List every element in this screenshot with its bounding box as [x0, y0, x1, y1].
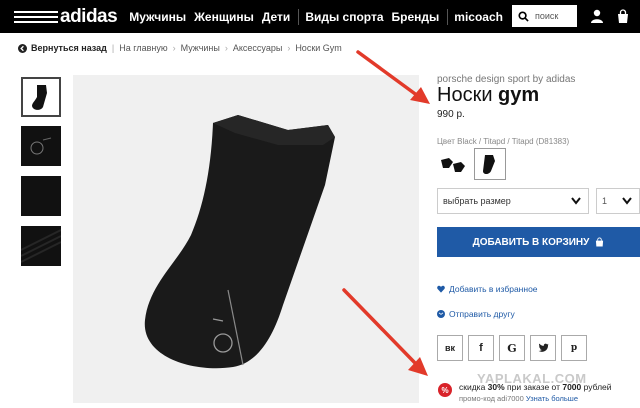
breadcrumb-home[interactable]: На главную	[119, 43, 167, 53]
quantity-select[interactable]: 1	[596, 188, 640, 214]
mail-icon	[437, 310, 445, 318]
search-icon	[518, 10, 529, 22]
breadcrumb-separator: ›	[287, 43, 291, 53]
size-select-value: выбрать размер	[443, 196, 511, 206]
nav-item-women[interactable]: Женщины	[194, 10, 254, 24]
nav-item-men[interactable]: Мужчины	[129, 10, 186, 24]
share-facebook-button[interactable]: f	[468, 335, 494, 361]
promo-code-line: промо-код adi7000 Узнать больше	[459, 394, 578, 403]
discount-badge-icon: %	[438, 383, 452, 397]
share-twitter-button[interactable]	[530, 335, 556, 361]
nav-divider	[447, 8, 449, 25]
product-price: 990 р.	[437, 109, 465, 120]
add-to-cart-button[interactable]: ДОБАВИТЬ В КОРЗИНУ	[437, 227, 640, 257]
product-title-prefix: Носки	[437, 84, 499, 106]
back-arrow-icon[interactable]	[18, 43, 27, 53]
breadcrumb-separator: ›	[172, 43, 176, 53]
nav-item-micoach[interactable]: micoach	[454, 10, 503, 24]
breadcrumb-separator: ›	[224, 43, 228, 53]
promo-learn-more-link[interactable]: Узнать больше	[526, 394, 578, 403]
nav-item-brands[interactable]: Бренды	[392, 10, 440, 24]
shopping-bag-icon	[596, 237, 604, 247]
main-product-image[interactable]	[73, 75, 419, 403]
promo-text-e: рублей	[581, 382, 612, 392]
facebook-icon: f	[479, 342, 483, 354]
add-to-wishlist-link[interactable]: Добавить в избранное	[437, 284, 538, 294]
sock-swatch-image	[483, 155, 495, 174]
share-google-button[interactable]: G	[499, 335, 525, 361]
color-swatch-1[interactable]	[437, 148, 469, 180]
thumbnail-2[interactable]	[21, 126, 61, 166]
add-to-cart-label: ДОБАВИТЬ В КОРЗИНУ	[472, 236, 590, 248]
send-friend-label: Отправить другу	[449, 309, 515, 319]
color-swatch-2[interactable]	[474, 148, 506, 180]
thumbnail-3[interactable]	[21, 176, 61, 216]
google-plus-icon: G	[507, 341, 517, 355]
pinterest-icon: p	[570, 343, 578, 353]
promo-text: скидка 30% при заказе от 7000 рублей	[459, 382, 612, 392]
fabric-thumbnail-image	[20, 229, 62, 263]
search-placeholder: поиск	[535, 11, 559, 21]
breadcrumb-men[interactable]: Мужчины	[181, 43, 220, 53]
sock-thumbnail-image	[32, 85, 47, 110]
promo-code: промо-код adi7000	[459, 394, 524, 403]
search-input[interactable]: поиск	[512, 5, 577, 27]
sock-swatch-image	[441, 158, 465, 172]
nav-divider	[298, 8, 300, 25]
product-title: Носки gym	[437, 84, 539, 107]
top-navigation: adidas Мужчины Женщины Дети Виды спорта …	[0, 0, 640, 33]
logo-stripes-icon	[14, 10, 58, 24]
heart-icon	[437, 285, 445, 293]
nav-item-sports[interactable]: Виды спорта	[305, 10, 383, 24]
sock-detail-thumbnail-image	[30, 137, 52, 155]
adidas-logo[interactable]: adidas	[14, 0, 118, 33]
breadcrumb-current: Носки Gym	[295, 43, 342, 53]
twitter-icon	[537, 343, 549, 352]
chevron-down-icon	[622, 197, 632, 205]
product-title-bold: gym	[498, 84, 540, 106]
user-icon[interactable]	[589, 8, 605, 24]
send-to-friend-link[interactable]: Отправить другу	[437, 309, 515, 319]
sock-image	[144, 115, 335, 369]
promo-text-c: при заказе от	[504, 382, 563, 392]
breadcrumb: Вернуться назад | На главную › Мужчины ›…	[18, 43, 342, 53]
share-pinterest-button[interactable]: p	[561, 335, 587, 361]
share-vk-button[interactable]: вк	[437, 335, 463, 361]
promo-threshold: 7000	[562, 382, 582, 392]
size-select[interactable]: выбрать размер	[437, 188, 589, 214]
promo-text-a: скидка	[459, 382, 488, 392]
chevron-down-icon	[571, 197, 581, 205]
back-link[interactable]: Вернуться назад	[31, 43, 107, 53]
breadcrumb-separator: |	[111, 43, 115, 53]
quantity-value: 1	[602, 196, 608, 206]
wishlist-label: Добавить в избранное	[449, 284, 538, 294]
vk-icon: вк	[444, 343, 456, 353]
promo-discount: 30%	[487, 382, 505, 392]
logo-text: adidas	[60, 5, 118, 27]
thumbnail-4[interactable]	[20, 226, 62, 266]
cart-icon[interactable]	[615, 8, 631, 24]
nav-item-kids[interactable]: Дети	[262, 10, 290, 24]
thumbnail-1[interactable]	[21, 77, 61, 117]
breadcrumb-accessories[interactable]: Аксессуары	[233, 43, 282, 53]
color-label: Цвет Black / Titapd / Titapd (D81383)	[437, 137, 570, 146]
